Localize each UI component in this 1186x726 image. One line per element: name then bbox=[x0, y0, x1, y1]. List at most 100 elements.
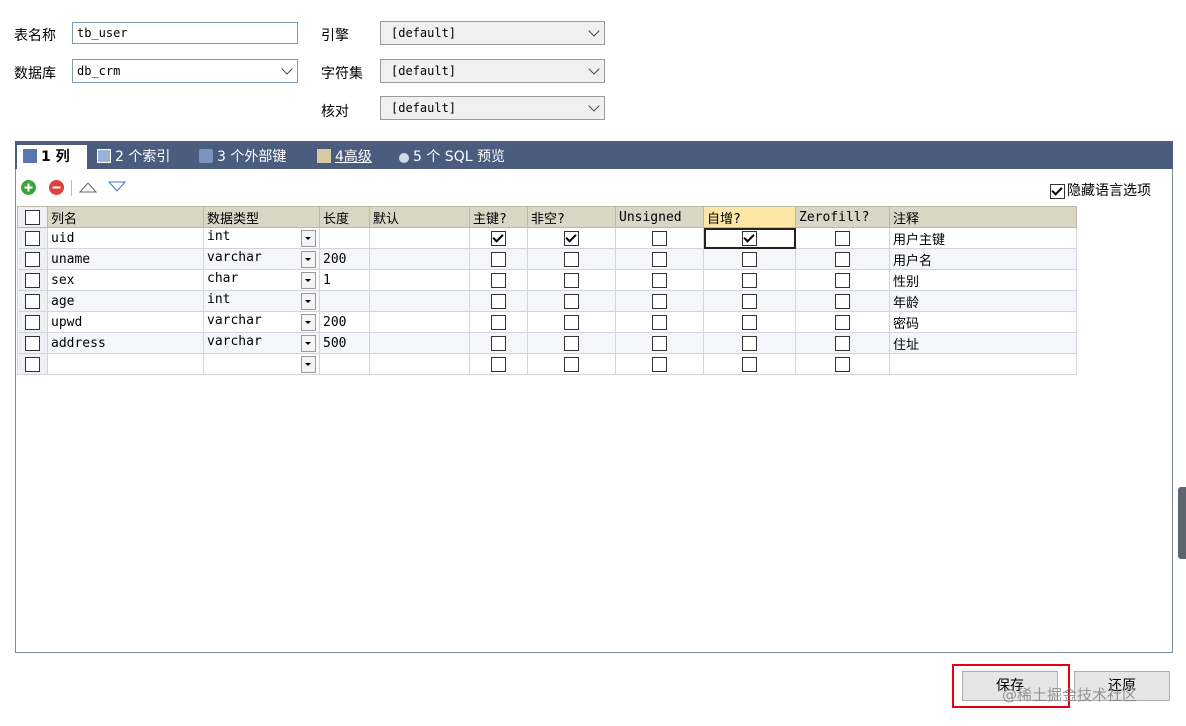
add-circle-icon[interactable] bbox=[21, 180, 36, 195]
charset-select[interactable]: [default] bbox=[380, 59, 605, 83]
unsigned-checkbox[interactable] bbox=[652, 335, 667, 351]
cell-comment[interactable]: 用户主键 bbox=[889, 227, 1077, 249]
table-row[interactable]: age int 年龄 bbox=[17, 290, 1077, 312]
unsigned-checkbox[interactable] bbox=[652, 251, 667, 267]
cell-not-null[interactable] bbox=[527, 269, 616, 291]
row-select-cell[interactable] bbox=[17, 227, 48, 249]
cell-data-type[interactable]: varchar bbox=[203, 311, 320, 333]
cell-primary-key[interactable] bbox=[469, 290, 528, 312]
remove-circle-icon[interactable] bbox=[49, 180, 64, 195]
zerofill-checkbox[interactable] bbox=[835, 335, 850, 351]
tab-sql-preview[interactable]: 5 个 SQL 预览 bbox=[393, 145, 531, 169]
auto-increment-checkbox[interactable] bbox=[742, 293, 757, 309]
table-row[interactable]: address varchar 500 住址 bbox=[17, 332, 1077, 354]
collation-select[interactable]: [default] bbox=[380, 96, 605, 120]
cell-comment[interactable] bbox=[889, 353, 1077, 375]
cell-data-type[interactable]: varchar bbox=[203, 248, 320, 270]
cell-auto-increment[interactable] bbox=[703, 353, 796, 375]
primary-key-checkbox[interactable] bbox=[491, 230, 506, 246]
cell-unsigned[interactable] bbox=[615, 311, 704, 333]
database-select[interactable]: db_crm bbox=[72, 59, 298, 83]
dropdown-arrow-icon[interactable] bbox=[301, 230, 316, 247]
not-null-checkbox[interactable] bbox=[564, 335, 579, 351]
header-auto-increment[interactable]: 自增? bbox=[703, 206, 796, 228]
header-column-name[interactable]: 列名 bbox=[47, 206, 204, 228]
cell-zerofill[interactable] bbox=[795, 353, 890, 375]
header-data-type[interactable]: 数据类型 bbox=[203, 206, 320, 228]
table-row[interactable] bbox=[17, 353, 1077, 375]
cell-column-name[interactable] bbox=[47, 353, 204, 375]
auto-increment-checkbox[interactable] bbox=[742, 230, 757, 246]
cell-zerofill[interactable] bbox=[795, 311, 890, 333]
cell-comment[interactable]: 用户名 bbox=[889, 248, 1077, 270]
cell-column-name[interactable]: address bbox=[47, 332, 204, 354]
cell-column-name[interactable]: age bbox=[47, 290, 204, 312]
row-select-checkbox[interactable] bbox=[25, 314, 40, 330]
select-all-header[interactable] bbox=[17, 206, 48, 228]
cell-comment[interactable]: 性别 bbox=[889, 269, 1077, 291]
tab-indexes[interactable]: 2 个索引 bbox=[91, 145, 191, 169]
arrow-up-icon[interactable] bbox=[78, 181, 98, 197]
primary-key-checkbox[interactable] bbox=[491, 293, 506, 309]
select-all-checkbox[interactable] bbox=[25, 209, 40, 225]
cell-comment[interactable]: 住址 bbox=[889, 332, 1077, 354]
row-select-checkbox[interactable] bbox=[25, 335, 40, 351]
cell-unsigned[interactable] bbox=[615, 269, 704, 291]
row-select-checkbox[interactable] bbox=[25, 230, 40, 246]
cell-unsigned[interactable] bbox=[615, 290, 704, 312]
cell-zerofill[interactable] bbox=[795, 290, 890, 312]
cell-auto-increment[interactable] bbox=[703, 269, 796, 291]
cell-default[interactable] bbox=[369, 353, 470, 375]
cell-length[interactable]: 1 bbox=[319, 269, 370, 291]
row-select-cell[interactable] bbox=[17, 353, 48, 375]
row-select-checkbox[interactable] bbox=[25, 251, 40, 267]
cell-default[interactable] bbox=[369, 248, 470, 270]
primary-key-checkbox[interactable] bbox=[491, 314, 506, 330]
zerofill-checkbox[interactable] bbox=[835, 314, 850, 330]
zerofill-checkbox[interactable] bbox=[835, 272, 850, 288]
not-null-checkbox[interactable] bbox=[564, 230, 579, 246]
dropdown-arrow-icon[interactable] bbox=[301, 251, 316, 268]
cell-primary-key[interactable] bbox=[469, 269, 528, 291]
table-row[interactable]: upwd varchar 200 密码 bbox=[17, 311, 1077, 333]
cell-default[interactable] bbox=[369, 332, 470, 354]
unsigned-checkbox[interactable] bbox=[652, 230, 667, 246]
cell-auto-increment[interactable] bbox=[703, 290, 796, 312]
cell-zerofill[interactable] bbox=[795, 227, 890, 249]
zerofill-checkbox[interactable] bbox=[835, 293, 850, 309]
cell-length[interactable] bbox=[319, 353, 370, 375]
unsigned-checkbox[interactable] bbox=[652, 314, 667, 330]
cell-column-name[interactable]: uid bbox=[47, 227, 204, 249]
cell-length[interactable] bbox=[319, 290, 370, 312]
header-not-null[interactable]: 非空? bbox=[527, 206, 616, 228]
engine-select[interactable]: [default] bbox=[380, 21, 605, 45]
cell-data-type[interactable]: varchar bbox=[203, 332, 320, 354]
cell-primary-key[interactable] bbox=[469, 248, 528, 270]
cell-length[interactable]: 200 bbox=[319, 248, 370, 270]
zerofill-checkbox[interactable] bbox=[835, 230, 850, 246]
cell-length[interactable]: 500 bbox=[319, 332, 370, 354]
not-null-checkbox[interactable] bbox=[564, 356, 579, 372]
cell-data-type[interactable]: int bbox=[203, 290, 320, 312]
cell-data-type[interactable]: char bbox=[203, 269, 320, 291]
zerofill-checkbox[interactable] bbox=[835, 251, 850, 267]
row-select-checkbox[interactable] bbox=[25, 356, 40, 372]
auto-increment-checkbox[interactable] bbox=[742, 251, 757, 267]
cell-column-name[interactable]: uname bbox=[47, 248, 204, 270]
zerofill-checkbox[interactable] bbox=[835, 356, 850, 372]
cell-not-null[interactable] bbox=[527, 311, 616, 333]
table-name-input[interactable]: tb_user bbox=[72, 22, 298, 44]
auto-increment-checkbox[interactable] bbox=[742, 272, 757, 288]
cell-auto-increment[interactable] bbox=[703, 311, 796, 333]
cell-unsigned[interactable] bbox=[615, 248, 704, 270]
cell-comment[interactable]: 年龄 bbox=[889, 290, 1077, 312]
primary-key-checkbox[interactable] bbox=[491, 272, 506, 288]
header-default[interactable]: 默认 bbox=[369, 206, 470, 228]
dropdown-arrow-icon[interactable] bbox=[301, 356, 316, 373]
tab-foreign-keys[interactable]: 3 个外部键 bbox=[193, 145, 311, 169]
header-primary-key[interactable]: 主键? bbox=[469, 206, 528, 228]
auto-increment-checkbox[interactable] bbox=[742, 356, 757, 372]
unsigned-checkbox[interactable] bbox=[652, 272, 667, 288]
dropdown-arrow-icon[interactable] bbox=[301, 293, 316, 310]
table-row[interactable]: sex char 1 性别 bbox=[17, 269, 1077, 291]
